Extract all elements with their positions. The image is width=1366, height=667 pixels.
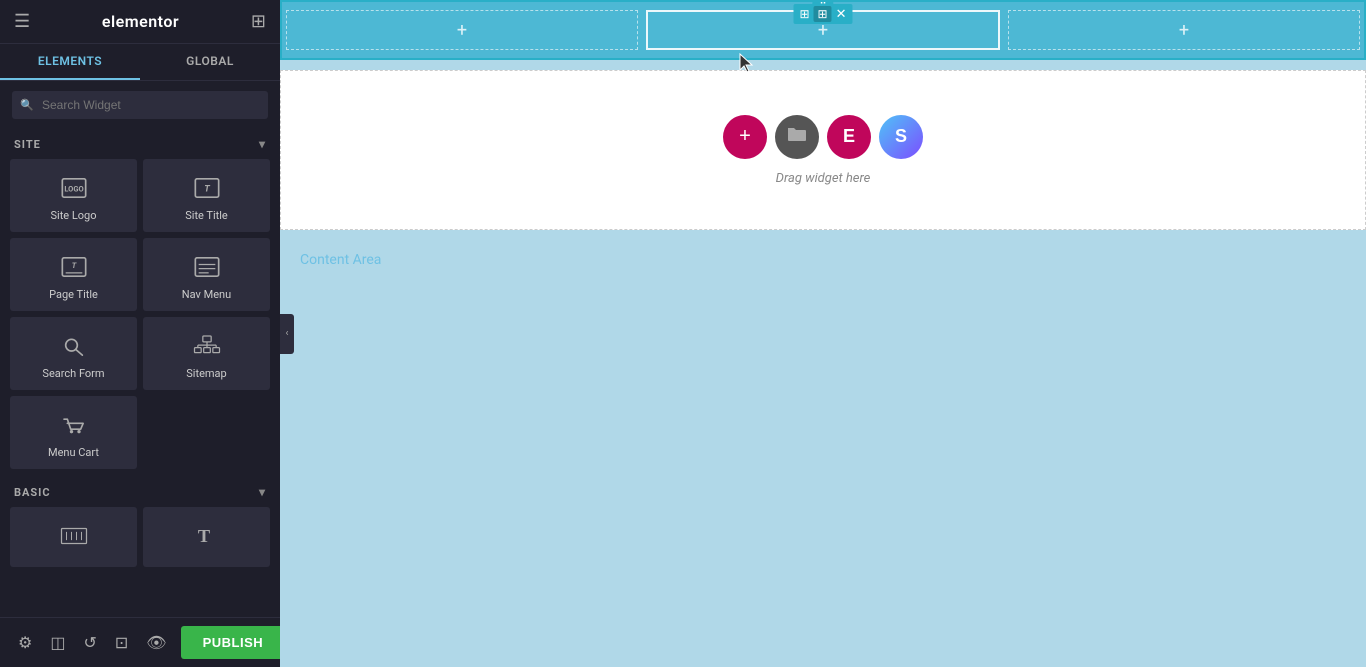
widget-search-form[interactable]: Search Form <box>10 317 137 390</box>
sidebar: ☰ elementor ⊞ ELEMENTS GLOBAL SITE ▾ LOG… <box>0 0 280 667</box>
sidebar-header: ☰ elementor ⊞ <box>0 0 280 44</box>
nav-menu-label: Nav Menu <box>182 288 231 301</box>
col-1-add-icon[interactable]: + <box>457 20 467 41</box>
svg-text:T: T <box>197 526 209 546</box>
search-form-label: Search Form <box>42 367 104 380</box>
publish-button[interactable]: PUBLISH <box>181 626 286 659</box>
column-widget-icon: ⊞ <box>814 6 832 22</box>
hamburger-icon[interactable]: ☰ <box>14 11 30 32</box>
site-section-chevron: ▾ <box>259 137 266 151</box>
page-title-icon: T <box>56 252 92 282</box>
canvas-area: ⠿ ⊞ ⊞ ✕ + + + <box>280 0 1366 667</box>
widget-site-title[interactable]: T Site Title <box>143 159 270 232</box>
app-title: elementor <box>102 12 179 31</box>
site-logo-label: Site Logo <box>50 209 96 222</box>
drag-text: Drag widget here <box>776 171 871 186</box>
history-icon[interactable]: ↺ <box>79 629 100 656</box>
nav-menu-icon <box>189 252 225 282</box>
layers-icon[interactable]: ◫ <box>46 629 69 656</box>
inner-section-icon <box>56 521 92 551</box>
basic-section-header[interactable]: BASIC ▾ <box>0 477 280 507</box>
plus-icon: + <box>739 125 751 148</box>
widget-page-title[interactable]: T Page Title <box>10 238 137 311</box>
s-button[interactable]: S <box>879 115 923 159</box>
column-widget-handle[interactable]: ⊞ <box>799 7 809 21</box>
basic-section-label: BASIC <box>14 486 51 499</box>
svg-text:T: T <box>204 184 210 194</box>
sitemap-label: Sitemap <box>186 367 226 380</box>
drag-widget-area: + E S Drag widget here <box>703 85 943 216</box>
sidebar-tabs: ELEMENTS GLOBAL <box>0 44 280 81</box>
widget-inner-section[interactable] <box>10 507 137 567</box>
sitemap-icon <box>189 331 225 361</box>
search-form-icon <box>56 331 92 361</box>
svg-text:T: T <box>71 261 76 270</box>
canvas-col-1[interactable]: + <box>286 10 638 50</box>
elementor-template-button[interactable]: E <box>827 115 871 159</box>
sidebar-toggle[interactable]: ‹ <box>280 314 294 354</box>
content-area-label: Content Area <box>280 240 1366 280</box>
widget-heading[interactable]: T <box>143 507 270 567</box>
preview-icon[interactable]: 👁 <box>142 629 170 656</box>
grid-icon[interactable]: ⊞ <box>251 11 266 32</box>
s-label: S <box>895 126 907 147</box>
add-widget-button[interactable]: + <box>723 115 767 159</box>
canvas-top-bar: ⠿ ⊞ ⊞ ✕ + + + <box>280 0 1366 60</box>
widget-nav-menu[interactable]: Nav Menu <box>143 238 270 311</box>
e-label: E <box>843 126 855 147</box>
column-close-icon[interactable]: ✕ <box>836 7 847 22</box>
folder-button[interactable] <box>775 115 819 159</box>
folder-icon <box>786 123 808 151</box>
widget-sitemap[interactable]: Sitemap <box>143 317 270 390</box>
search-input[interactable] <box>12 91 268 119</box>
canvas-col-3[interactable]: + <box>1008 10 1360 50</box>
tab-global[interactable]: GLOBAL <box>140 44 280 80</box>
menu-cart-icon <box>56 410 92 440</box>
widget-menu-cart[interactable]: Menu Cart <box>10 396 137 469</box>
responsive-icon[interactable]: ⊡ <box>111 629 132 656</box>
sidebar-bottom-toolbar: ⚙ ◫ ↺ ⊡ 👁 PUBLISH ▲ <box>0 617 280 667</box>
site-section-header[interactable]: SITE ▾ <box>0 129 280 159</box>
basic-section-chevron: ▾ <box>259 485 266 499</box>
widget-site-logo[interactable]: LOGO Site Logo <box>10 159 137 232</box>
page-title-label: Page Title <box>49 288 98 301</box>
tab-elements[interactable]: ELEMENTS <box>0 44 140 80</box>
site-title-label: Site Title <box>185 209 228 222</box>
basic-widget-grid: T <box>0 507 280 575</box>
drag-action-buttons: + E S <box>723 115 923 159</box>
col-3-add-icon[interactable]: + <box>1179 20 1189 41</box>
site-title-icon: T <box>189 173 225 203</box>
menu-cart-label: Menu Cart <box>48 446 99 459</box>
heading-icon: T <box>189 521 225 551</box>
svg-text:LOGO: LOGO <box>64 184 83 193</box>
widget-search-area <box>0 81 280 129</box>
settings-icon[interactable]: ⚙ <box>14 629 36 656</box>
site-logo-icon: LOGO <box>56 173 92 203</box>
canvas-main-section: + E S Drag widget here <box>280 70 1366 230</box>
site-section-label: SITE <box>14 138 41 151</box>
widget-grid: LOGO Site Logo T Site Title T <box>0 159 280 477</box>
